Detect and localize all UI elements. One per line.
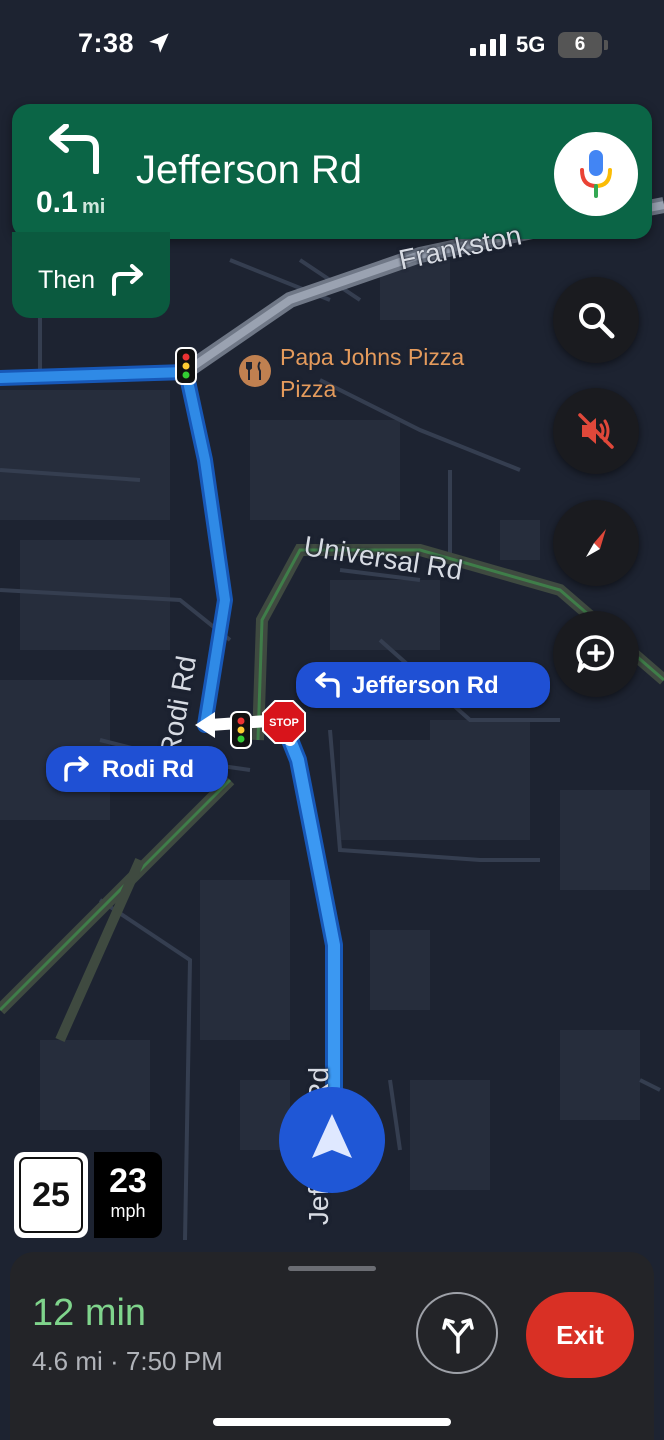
cellular-signal-icon (470, 34, 506, 56)
battery-level: 6 (558, 32, 602, 58)
maneuver-street: Jefferson Rd (136, 148, 363, 192)
turn-right-arrow-icon (112, 264, 143, 296)
microphone-icon (580, 150, 612, 198)
status-time: 7:38 (78, 28, 135, 58)
poi-category: Pizza (280, 376, 337, 402)
maneuver-distance: 0.1 (36, 186, 78, 219)
eta-details: 4.6 mi · 7:50 PM (32, 1346, 223, 1376)
then-next-maneuver[interactable]: Then (12, 232, 170, 318)
navigation-banner[interactable]: 0.1 mi Jefferson Rd (12, 104, 652, 239)
mute-button[interactable] (553, 388, 639, 474)
restaurant-icon[interactable] (238, 354, 272, 388)
callout-rodi-rd[interactable]: Rodi Rd (46, 746, 228, 792)
home-indicator[interactable] (213, 1418, 451, 1426)
compass-icon (586, 529, 606, 557)
turn-left-arrow-icon (315, 672, 340, 698)
speed-limit-sign: 25 (14, 1152, 88, 1238)
search-icon (579, 303, 615, 339)
turn-left-arrow-icon (49, 124, 99, 174)
battery-tip (604, 40, 608, 50)
voice-search-button[interactable] (554, 132, 638, 216)
exit-navigation-button[interactable]: Exit (526, 1292, 634, 1378)
poi-name[interactable]: Papa Johns Pizza (280, 344, 464, 371)
network-type: 5G (516, 32, 546, 57)
current-speed: 23 mph (94, 1152, 162, 1238)
callout-rodi-label: Rodi Rd (102, 756, 194, 783)
location-arrow-icon (149, 33, 169, 53)
route-options-button[interactable] (416, 1292, 498, 1374)
stop-sign-text: STOP (269, 717, 299, 729)
status-bar: 7:38 5G 6 (0, 0, 664, 92)
mute-icon (578, 413, 614, 449)
callout-jefferson-label: Jefferson Rd (352, 672, 499, 699)
current-location-arrow-icon (279, 1087, 385, 1193)
eta-duration: 12 min (32, 1292, 147, 1334)
current-speed-unit: mph (110, 1201, 146, 1221)
compass-button[interactable] (553, 500, 639, 586)
turn-right-arrow-icon (64, 756, 89, 782)
sheet-drag-handle[interactable] (288, 1266, 376, 1271)
current-speed-value: 23 (109, 1162, 147, 1200)
speed-limit-value: 25 (19, 1157, 83, 1233)
alternate-routes-icon (442, 1318, 474, 1354)
callout-jefferson-rd[interactable]: Jefferson Rd (296, 662, 550, 708)
maneuver-distance-unit: mi (82, 196, 106, 218)
trip-summary-sheet[interactable]: 12 min 4.6 mi · 7:50 PM Exit (10, 1252, 654, 1440)
stop-sign-icon: STOP (262, 700, 306, 744)
search-button[interactable] (553, 277, 639, 363)
report-add-icon (576, 635, 614, 673)
add-report-button[interactable] (553, 611, 639, 697)
then-label: Then (38, 266, 95, 294)
